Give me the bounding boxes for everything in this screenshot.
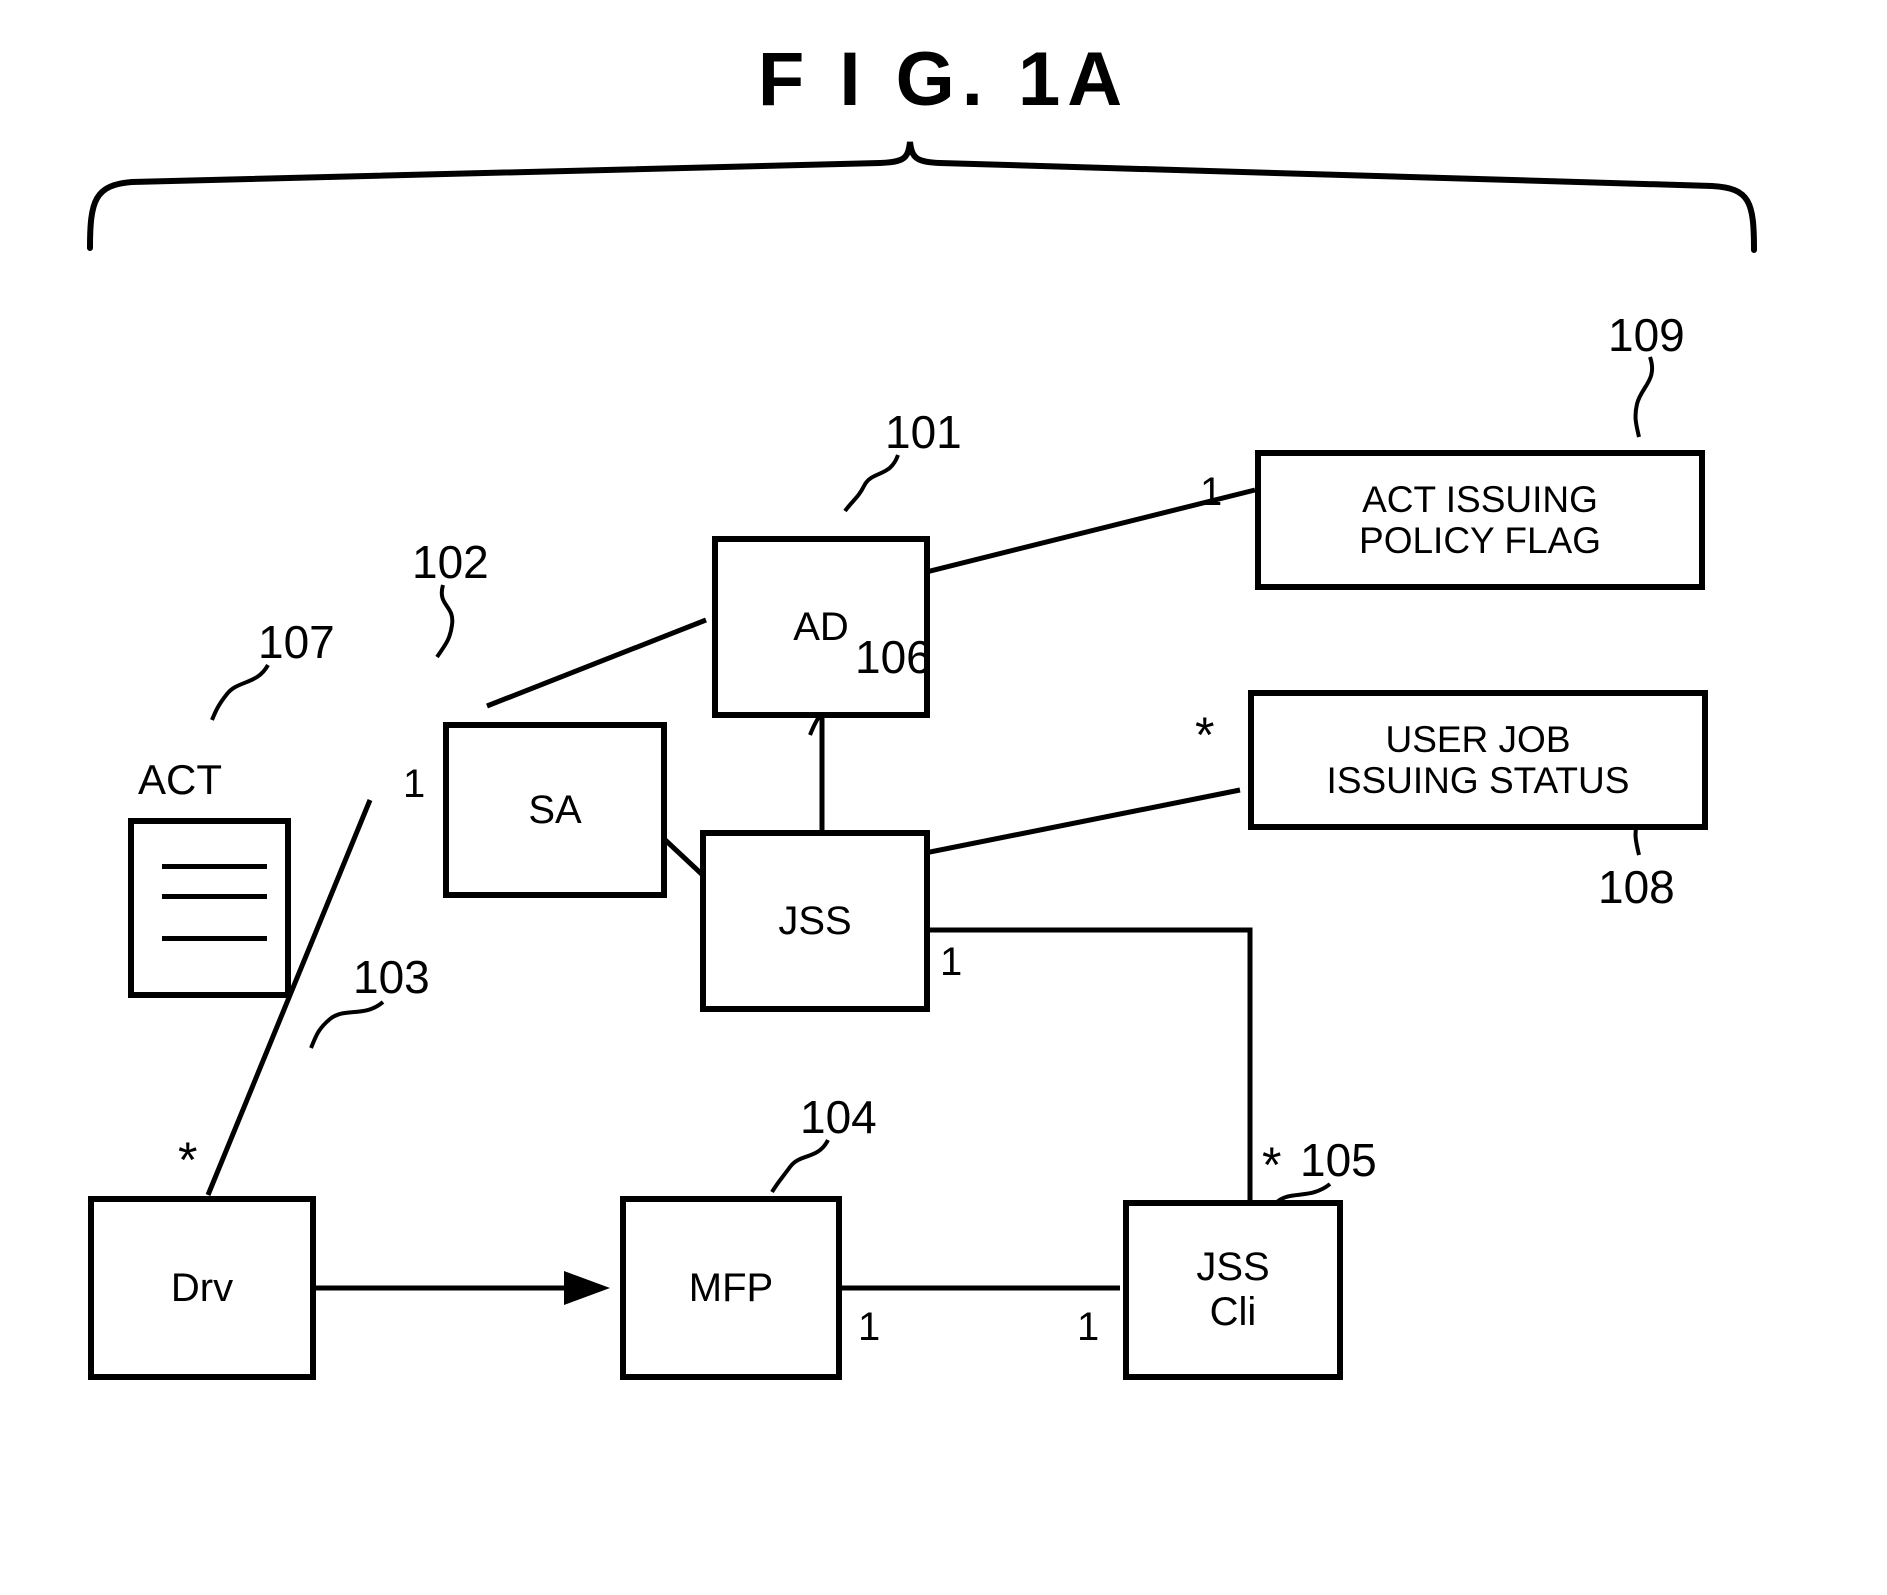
leader-103 [309, 1000, 385, 1049]
node-user-job-label-line1: USER JOB [1385, 718, 1571, 760]
ref-num-109: 109 [1608, 309, 1685, 361]
mult-jss-from-jss-cli: 1 [940, 940, 963, 984]
node-user-job-issuing-status[interactable]: USER JOB ISSUING STATUS [1248, 690, 1708, 830]
ref-num-101: 101 [885, 406, 962, 458]
document-icon-line-1 [162, 864, 267, 869]
node-ad-label: AD [793, 604, 849, 649]
ref-num-105: 105 [1300, 1134, 1377, 1186]
document-icon-line-2 [162, 894, 267, 899]
node-drv-label: Drv [170, 1265, 234, 1310]
node-act-flag-label-line2: POLICY FLAG [1359, 520, 1601, 561]
mult-jss-cli-star: * [1262, 1137, 1282, 1193]
node-act-issuing-policy-flag[interactable]: ACT ISSUING POLICY FLAG [1255, 450, 1705, 590]
mult-act-flag-to-ad: 1 [1200, 470, 1223, 514]
node-act-flag-label-line1: ACT ISSUING [1362, 478, 1598, 520]
ref-num-107: 107 [258, 616, 335, 668]
node-sa-label: SA [528, 787, 582, 832]
ref-num-102: 102 [412, 536, 489, 588]
ref-num-106: 106 [855, 631, 932, 683]
node-jss-cli-label-line2: Cli [1209, 1290, 1257, 1334]
edge-jsscli-jss [945, 927, 1253, 1205]
ref-num-104: 104 [800, 1091, 877, 1143]
leader-102 [435, 584, 455, 659]
node-jss[interactable]: JSS [700, 830, 930, 1012]
edge-sa-ad [486, 617, 707, 709]
mult-jss-cli-to-mfp: 1 [1077, 1305, 1100, 1349]
node-ad[interactable]: AD [712, 536, 930, 718]
curly-brace-icon [87, 141, 1757, 253]
document-icon-line-3 [162, 936, 267, 941]
node-mfp-label: MFP [688, 1265, 774, 1310]
node-jss-cli[interactable]: JSS Cli [1123, 1200, 1343, 1380]
node-user-job-label-line2: ISSUING STATUS [1326, 760, 1630, 801]
node-mfp[interactable]: MFP [620, 1196, 842, 1380]
ref-num-108: 108 [1598, 861, 1675, 913]
mult-sa-left: 1 [403, 762, 426, 806]
leader-109 [1633, 356, 1654, 438]
mult-mfp-to-jss-cli: 1 [858, 1305, 881, 1349]
mult-drv-star: * [178, 1132, 198, 1188]
node-sa[interactable]: SA [443, 722, 667, 898]
mult-user-job-status-star: * [1195, 707, 1215, 763]
leader-104 [770, 1138, 830, 1194]
leader-107 [210, 663, 270, 721]
arrowhead-icon-mfp [564, 1271, 610, 1305]
ref-num-103: 103 [353, 951, 430, 1003]
document-icon-act [128, 818, 291, 998]
leader-101 [843, 454, 900, 513]
node-jss-cli-label-line1: JSS [1196, 1245, 1270, 1290]
node-act-label: ACT [138, 756, 222, 803]
patent-figure-page: F I G. 1A AD SA JSS Drv MFP JSS Cli ACT … [0, 0, 1887, 1595]
node-jss-label: JSS [778, 898, 852, 943]
node-drv[interactable]: Drv [88, 1196, 316, 1380]
